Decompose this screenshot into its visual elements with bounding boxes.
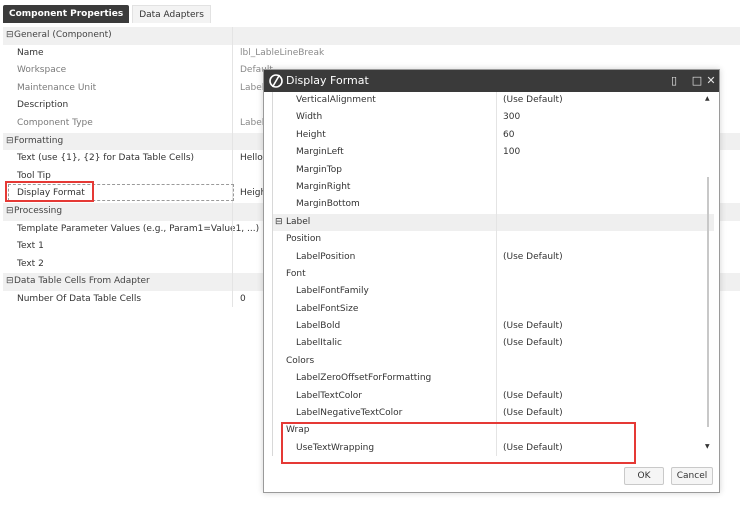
property-name: Template Parameter Values (e.g., Param1=…: [17, 223, 260, 234]
dialog-row-margin-bottom[interactable]: MarginBottom: [273, 196, 714, 213]
property-name: LabelTextColor: [296, 390, 362, 401]
property-name: Text (use {1}, {2} for Data Table Cells): [17, 153, 195, 164]
dialog-row-vertical-alignment[interactable]: VerticalAlignment (Use Default): [273, 92, 714, 109]
dialog-scrollbar[interactable]: ▲ ▼: [705, 92, 713, 456]
dialog-row-label-text-color[interactable]: LabelTextColor (Use Default): [273, 388, 714, 405]
display-format-property-list: VerticalAlignment (Use Default) Width 30…: [272, 92, 714, 456]
property-name: LabelZeroOffsetForFormatting: [296, 373, 432, 384]
maximize-icon[interactable]: □: [691, 70, 703, 92]
dialog-title: Display Format: [286, 74, 369, 87]
property-name: MarginRight: [296, 181, 351, 192]
property-value[interactable]: (Use Default): [503, 388, 563, 405]
scroll-thumb[interactable]: [707, 177, 709, 427]
dialog-column-divider: [496, 92, 497, 456]
dialog-title-bar[interactable]: Display Format ▯ □ ✕: [264, 70, 719, 92]
collapse-icon[interactable]: ⊟: [6, 203, 14, 221]
property-name: LabelPosition: [296, 251, 356, 262]
tab-data-adapters[interactable]: Data Adapters: [132, 5, 211, 23]
dialog-group-position: Position: [273, 231, 714, 248]
property-name: VerticalAlignment: [296, 95, 376, 105]
category-general[interactable]: ⊟ General (Component): [3, 27, 740, 45]
property-name: LabelFontFamily: [296, 286, 369, 297]
collapse-icon[interactable]: ⊟: [6, 273, 14, 291]
property-name: MarginBottom: [296, 199, 360, 210]
property-name: LabelFontSize: [296, 303, 359, 314]
scroll-down-icon[interactable]: ▼: [705, 443, 710, 450]
group-label: Colors: [286, 355, 315, 366]
dialog-group-font: Font: [273, 266, 714, 283]
tab-strip: Component Properties Data Adapters: [3, 5, 211, 23]
property-value[interactable]: 60: [503, 127, 514, 144]
dialog-row-label-zero-offset[interactable]: LabelZeroOffsetForFormatting: [273, 370, 714, 387]
dialog-category-label[interactable]: ⊟ Label: [273, 213, 714, 232]
category-label: Formatting: [14, 135, 64, 146]
column-divider: [232, 27, 233, 307]
category-label: Processing: [14, 205, 63, 216]
property-name: Workspace: [17, 65, 67, 76]
property-value[interactable]: (Use Default): [503, 335, 563, 352]
property-value[interactable]: 100: [503, 144, 520, 161]
category-label: Data Table Cells From Adapter: [14, 276, 150, 287]
dialog-row-margin-top[interactable]: MarginTop: [273, 162, 714, 179]
property-name: MarginLeft: [296, 147, 344, 158]
dialog-row-margin-left[interactable]: MarginLeft 100: [273, 144, 714, 161]
property-value[interactable]: (Use Default): [503, 440, 563, 456]
dialog-row-label-bold[interactable]: LabelBold (Use Default): [273, 318, 714, 335]
property-name: Text 2: [17, 258, 44, 269]
dialog-row-height[interactable]: Height 60: [273, 127, 714, 144]
property-name: Number Of Data Table Cells: [17, 293, 142, 304]
property-name: LabelItalic: [296, 338, 342, 349]
tab-component-properties[interactable]: Component Properties: [3, 5, 130, 23]
dialog-row-label-font-family[interactable]: LabelFontFamily: [273, 283, 714, 300]
property-value[interactable]: 300: [503, 109, 520, 126]
dialog-row-label-negative-text-color[interactable]: LabelNegativeTextColor (Use Default): [273, 405, 714, 422]
property-name: Description: [17, 100, 69, 111]
property-name: MarginTop: [296, 164, 342, 175]
collapse-icon[interactable]: ⊟: [6, 27, 14, 45]
property-value[interactable]: lbl_LableLineBreak: [240, 45, 324, 63]
restore-icon[interactable]: ▯: [667, 70, 681, 92]
category-label: Label: [286, 216, 311, 227]
ok-button[interactable]: OK: [624, 467, 664, 485]
cancel-button[interactable]: Cancel: [671, 467, 713, 485]
close-icon[interactable]: ✕: [705, 70, 717, 92]
property-value[interactable]: (Use Default): [503, 318, 563, 335]
property-name: LabelBold: [296, 321, 341, 332]
group-label: Position: [286, 234, 322, 245]
scroll-up-icon[interactable]: ▲: [705, 95, 710, 102]
dialog-row-label-italic[interactable]: LabelItalic (Use Default): [273, 335, 714, 352]
property-name: Name: [17, 47, 44, 58]
property-name: Component Type: [17, 117, 93, 128]
dialog-row-width[interactable]: Width 300: [273, 109, 714, 126]
collapse-icon[interactable]: ⊟: [275, 214, 283, 231]
property-name: Text 1: [17, 241, 44, 252]
property-row-name[interactable]: Name lbl_LableLineBreak: [3, 45, 740, 63]
property-value[interactable]: Hello,: [240, 150, 266, 168]
property-name: UseTextWrapping: [296, 442, 375, 453]
group-label: Wrap: [286, 425, 310, 436]
property-name: Width: [296, 112, 323, 123]
dialog-group-colors: Colors: [273, 353, 714, 370]
dialog-group-wrap: Wrap: [273, 422, 714, 439]
property-value[interactable]: (Use Default): [503, 405, 563, 422]
collapse-icon[interactable]: ⊟: [6, 133, 14, 151]
property-name: LabelNegativeTextColor: [296, 408, 403, 419]
property-value[interactable]: 0: [240, 291, 246, 309]
dialog-row-label-font-size[interactable]: LabelFontSize: [273, 301, 714, 318]
category-label: General (Component): [14, 30, 112, 40]
display-format-dialog: Display Format ▯ □ ✕ VerticalAlignment (…: [263, 69, 720, 493]
property-name: Tool Tip: [17, 170, 51, 181]
onestream-logo-icon: [268, 73, 284, 89]
property-value[interactable]: (Use Default): [503, 249, 563, 266]
property-name: Maintenance Unit: [17, 82, 97, 93]
property-name: Height: [296, 129, 326, 140]
group-label: Font: [286, 268, 306, 279]
dialog-row-label-position[interactable]: LabelPosition (Use Default): [273, 249, 714, 266]
property-value[interactable]: Label: [240, 115, 264, 133]
dialog-row-use-text-wrapping[interactable]: UseTextWrapping (Use Default): [273, 440, 714, 456]
property-value[interactable]: (Use Default): [503, 92, 563, 109]
property-value[interactable]: Label: [240, 80, 264, 98]
dialog-row-margin-right[interactable]: MarginRight: [273, 179, 714, 196]
display-format-focus-outline: [8, 184, 234, 201]
